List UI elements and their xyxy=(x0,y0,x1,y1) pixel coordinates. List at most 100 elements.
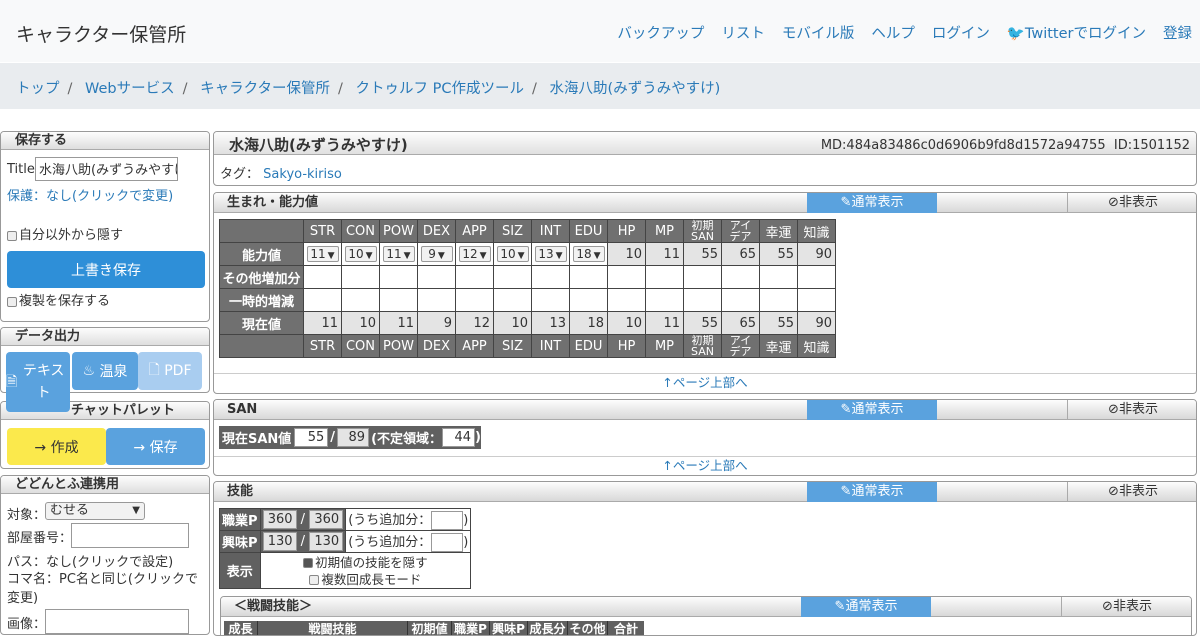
site-brand[interactable]: キャラクター保管所 xyxy=(16,20,186,47)
san-pagetop-link[interactable]: ↑ページ上部へ xyxy=(214,456,1196,474)
chevron-down-icon: ▼ xyxy=(517,251,525,261)
crumb-cthulhu-tool[interactable]: クトゥルフ PC作成ツール xyxy=(356,81,524,97)
ability-input[interactable] xyxy=(379,265,418,289)
crumb-character-storage[interactable]: キャラクター保管所 xyxy=(200,81,330,97)
ability-input[interactable] xyxy=(607,265,646,289)
ability-input[interactable] xyxy=(417,288,456,312)
character-md-id: MD:484a83486c0d6906b9fd8d1572a94755 ID:1… xyxy=(820,138,1190,153)
nav-mobile[interactable]: モバイル版 xyxy=(782,22,855,43)
crumb-top[interactable]: トップ xyxy=(16,81,60,97)
nav-backup[interactable]: バックアップ xyxy=(617,22,704,43)
ability-header: INT xyxy=(531,219,570,243)
ability-select[interactable]: 12 ▼ xyxy=(458,246,491,262)
combat-normal-toggle[interactable]: ✎通常表示 xyxy=(801,597,931,617)
san-current-input[interactable]: 55 xyxy=(294,428,329,447)
combat-hide-toggle[interactable]: ⊘非表示 xyxy=(1061,597,1191,617)
ability-input[interactable] xyxy=(721,288,760,312)
chat-save-button[interactable]: → 保存 xyxy=(106,428,205,465)
nav-help[interactable]: ヘルプ xyxy=(871,22,915,43)
ability-select[interactable]: 10 ▼ xyxy=(496,246,529,262)
hide-initial-option[interactable]: 初期値の技能を隠す xyxy=(263,554,469,571)
ability-input[interactable] xyxy=(341,265,380,289)
title-input[interactable]: 水海八助(みずうみやすけ) xyxy=(35,157,178,181)
hide-initial-checkbox[interactable] xyxy=(303,558,314,568)
ability-select[interactable]: 13 ▼ xyxy=(534,246,567,262)
hide-option[interactable]: 自分以外から隠す xyxy=(7,224,123,243)
koma-link[interactable]: コマ名：PC名と同じ(クリックで変更) xyxy=(7,570,205,608)
ability-input[interactable] xyxy=(455,288,494,312)
ability-input[interactable] xyxy=(303,288,342,312)
tag-line: タグ： Sakyo-kiriso xyxy=(220,167,342,182)
ability-input[interactable] xyxy=(531,265,570,289)
ability-input[interactable] xyxy=(531,288,570,312)
san-hide-toggle[interactable]: ⊘非表示 xyxy=(1067,400,1196,420)
san-normal-toggle[interactable]: ✎通常表示 xyxy=(807,400,937,420)
ability-header: 初期 SAN xyxy=(683,334,722,358)
onsen-button[interactable]: ♨ 温泉 xyxy=(72,352,138,390)
multi-growth-checkbox[interactable] xyxy=(309,575,320,585)
ability-current-value: 11 xyxy=(303,311,342,335)
pdf-button[interactable]: 🗋 PDF xyxy=(138,352,202,390)
nav-twitter-login[interactable]: 🐦Twitterでログイン xyxy=(1007,22,1146,43)
ability-select[interactable]: 11 ▼ xyxy=(306,246,339,262)
ability-input[interactable] xyxy=(797,265,836,289)
tag-link[interactable]: Sakyo-kiriso xyxy=(263,167,342,182)
ability-select[interactable]: 10 ▼ xyxy=(344,246,377,262)
breadcrumb: トップ / Webサービス / キャラクター保管所 / クトゥルフ PC作成ツール / … xyxy=(16,81,721,97)
target-select[interactable]: むせる ▼ xyxy=(45,502,145,520)
abilities-normal-toggle[interactable]: ✎通常表示 xyxy=(807,193,937,213)
ability-header: HP xyxy=(607,219,646,243)
ability-input[interactable] xyxy=(569,265,608,289)
ability-current-value: 18 xyxy=(569,311,608,335)
hide-checkbox[interactable] xyxy=(7,230,17,241)
job-points-total: 360 xyxy=(309,510,344,529)
pencil-icon: ✎ xyxy=(840,402,852,417)
ability-input[interactable] xyxy=(645,288,684,312)
ability-current-value: 10 xyxy=(607,311,646,335)
ability-input[interactable] xyxy=(379,288,418,312)
ability-input[interactable] xyxy=(645,265,684,289)
copy-option[interactable]: 複製を保存する xyxy=(7,290,110,309)
overwrite-save-button[interactable]: 上書き保存 xyxy=(7,251,205,288)
multi-growth-option[interactable]: 複数回成長モード xyxy=(263,571,469,588)
abilities-pagetop-link[interactable]: ↑ページ上部へ xyxy=(214,373,1196,391)
skills-hide-toggle[interactable]: ⊘非表示 xyxy=(1067,482,1196,502)
ability-input[interactable] xyxy=(607,288,646,312)
ability-input[interactable] xyxy=(303,265,342,289)
ability-select[interactable]: 18 ▼ xyxy=(572,246,605,262)
ability-input[interactable] xyxy=(683,288,722,312)
nav-login[interactable]: ログイン xyxy=(932,22,990,43)
image-input[interactable] xyxy=(45,609,189,634)
ability-select[interactable]: 9 ▼ xyxy=(420,246,453,262)
ability-input[interactable] xyxy=(569,288,608,312)
ability-input[interactable] xyxy=(455,265,494,289)
nav-list[interactable]: リスト xyxy=(721,22,765,43)
protect-link[interactable]: 保護：なし(クリックで変更) xyxy=(7,185,173,204)
room-label: 部屋番号： xyxy=(7,531,73,546)
ability-input[interactable] xyxy=(759,288,798,312)
ability-input[interactable] xyxy=(341,288,380,312)
ability-header: POW xyxy=(379,334,418,358)
pass-link[interactable]: パス：なし(クリックで設定) xyxy=(7,551,173,570)
ability-input[interactable] xyxy=(797,288,836,312)
output-panel-title: データ出力 xyxy=(1,328,209,346)
hobby-extra-input[interactable] xyxy=(431,533,464,552)
nav-register[interactable]: 登録 xyxy=(1163,22,1192,43)
ability-input[interactable] xyxy=(493,265,532,289)
room-number-input[interactable] xyxy=(71,523,189,548)
ability-input[interactable] xyxy=(417,265,456,289)
ability-select[interactable]: 11 ▼ xyxy=(382,246,415,262)
ability-row-label: 現在値 xyxy=(219,311,304,335)
job-extra-input[interactable] xyxy=(431,511,464,530)
crumb-web-service[interactable]: Webサービス xyxy=(85,81,175,97)
ability-input[interactable] xyxy=(683,265,722,289)
ability-input[interactable] xyxy=(759,265,798,289)
san-label: 現在SAN値 xyxy=(222,432,292,447)
ability-input[interactable] xyxy=(493,288,532,312)
copy-checkbox[interactable] xyxy=(7,296,17,307)
ability-input[interactable] xyxy=(721,265,760,289)
chat-create-button[interactable]: → 作成 xyxy=(7,428,106,465)
skills-normal-toggle[interactable]: ✎通常表示 xyxy=(807,482,937,502)
abilities-hide-toggle[interactable]: ⊘非表示 xyxy=(1067,193,1196,213)
text-output-button[interactable]: 🗎 テキスト xyxy=(6,352,70,412)
